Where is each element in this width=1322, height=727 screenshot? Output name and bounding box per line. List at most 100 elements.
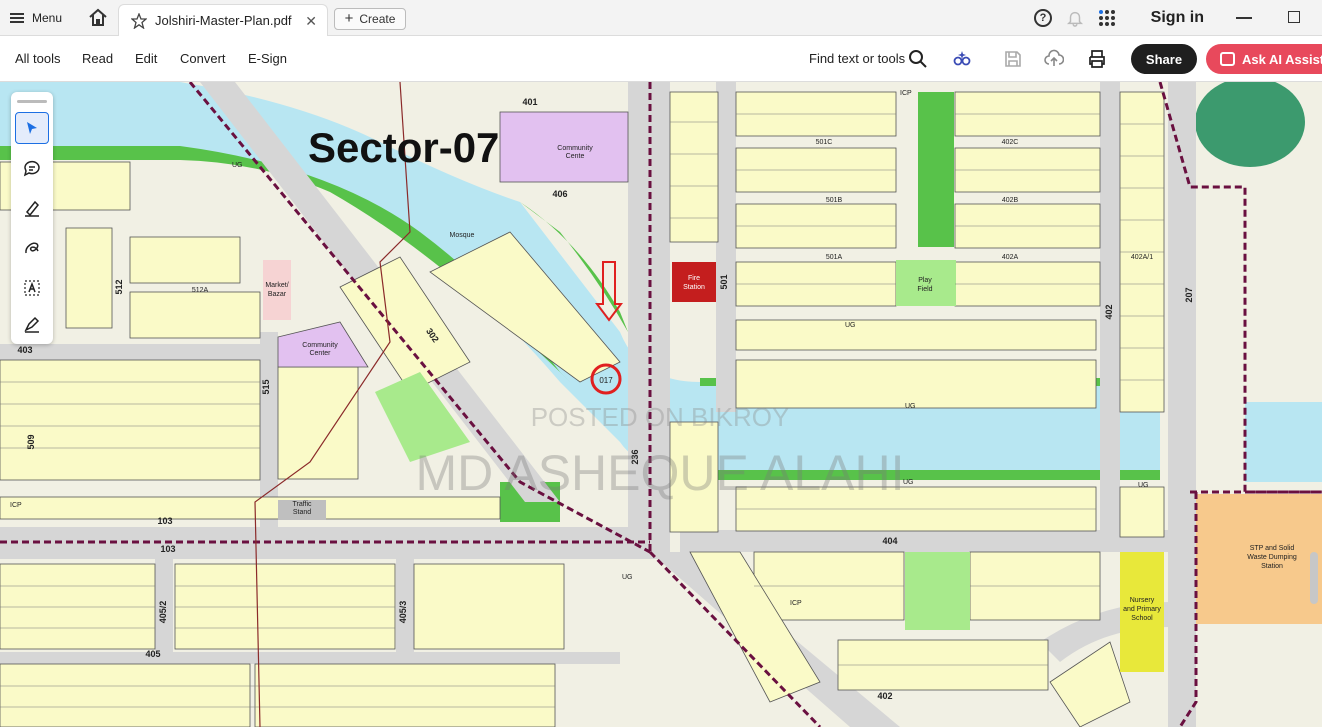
restore-icon[interactable]: [1288, 11, 1300, 23]
green-strip-vertical: [918, 92, 954, 247]
road-402-label: 402: [877, 691, 892, 701]
market-label-1: Market/: [265, 282, 288, 289]
road-405-2-label: 405/2: [158, 601, 168, 624]
create-label: Create: [359, 12, 396, 26]
sign-in-button[interactable]: Sign in: [1151, 9, 1204, 27]
school-label-3: School: [1131, 615, 1153, 622]
tab-bar: Menu Jolshiri-Master-Plan.pdf ✕ + Create…: [0, 0, 1322, 36]
market-lot: [263, 260, 291, 320]
upload-icon[interactable]: [1044, 49, 1064, 69]
road-404: [680, 530, 1170, 552]
road-501: [716, 82, 736, 412]
icp-label-3: ICP: [10, 502, 22, 509]
highlight-icon: [25, 200, 40, 217]
fire-station-lot: [672, 262, 716, 302]
star-icon[interactable]: [131, 12, 147, 29]
find-text-tools[interactable]: Find text or tools: [809, 51, 905, 66]
stp-label-1: STP and Solid: [1250, 545, 1295, 552]
all-tools-menu[interactable]: All tools: [15, 51, 61, 66]
community-centre-label-1: Community: [557, 145, 593, 152]
play-field-label-1: Play: [918, 277, 932, 284]
ug-label-6: UG: [622, 574, 633, 581]
ug-label-5: UG: [1138, 482, 1149, 489]
comment-icon: [23, 160, 40, 177]
block-501b-label: 501B: [826, 197, 843, 204]
menu-button[interactable]: Menu: [10, 8, 62, 28]
icp-label-1: ICP: [900, 90, 912, 97]
road-401-label: 401: [522, 97, 537, 107]
hamburger-icon: [10, 13, 24, 23]
east-water: [1245, 402, 1322, 482]
vertical-scrollbar[interactable]: [1310, 552, 1318, 604]
convert-menu[interactable]: Convert: [180, 51, 226, 66]
ug-label-4: UG: [903, 479, 914, 486]
esign-menu[interactable]: E-Sign: [248, 51, 287, 66]
ug-label-1: UG: [232, 162, 243, 169]
play-field-label-2: Field: [917, 286, 932, 293]
print-icon[interactable]: [1087, 49, 1107, 69]
road-512-label: 512: [114, 279, 124, 294]
traffic-stand-label-1: Traffic: [292, 501, 312, 508]
road-103-label: 103: [160, 544, 175, 554]
marked-plot-number: 017: [599, 376, 613, 385]
market-label-2: Bazar: [268, 291, 287, 298]
ai-assistant-icon: [1220, 52, 1235, 66]
draw-icon: [25, 242, 39, 254]
quick-tools-panel: [11, 92, 53, 344]
create-button[interactable]: + Create: [334, 8, 406, 30]
ask-ai-label: Ask AI Assista: [1242, 51, 1322, 67]
school-label-2: and Primary: [1123, 606, 1161, 613]
plus-icon: +: [344, 10, 354, 27]
block-402a-label: 402A: [1002, 254, 1019, 261]
community-center-label-1: Community: [302, 342, 338, 349]
play-field-lot-south: [905, 552, 970, 630]
select-tool[interactable]: [15, 112, 49, 144]
watermark-line-2: MD ASHEQUE ALAHI: [415, 445, 904, 501]
share-button[interactable]: Share: [1131, 44, 1197, 74]
road-404-label: 404: [882, 536, 897, 546]
fire-station-label-2: Station: [683, 284, 705, 291]
block-402a1-label: 402A/1: [1131, 254, 1153, 261]
bell-icon[interactable]: [1066, 9, 1084, 27]
save-icon[interactable]: [1003, 49, 1023, 69]
draw-tool[interactable]: [15, 232, 49, 264]
cursor-icon: [27, 122, 37, 134]
block-402b-label: 402B: [1002, 197, 1019, 204]
read-menu[interactable]: Read: [82, 51, 113, 66]
ask-ai-button[interactable]: Ask AI Assista: [1206, 44, 1322, 74]
block-402c-label: 402C: [1002, 139, 1019, 146]
highlight-tool[interactable]: [15, 192, 49, 224]
road-402-vertical-label: 402: [1104, 304, 1114, 319]
document-tab-title: Jolshiri-Master-Plan.pdf: [155, 13, 292, 28]
ug-label-2: UG: [845, 322, 856, 329]
comment-tool[interactable]: [15, 152, 49, 184]
block-512a-label: 512A: [192, 287, 209, 294]
ug-label-3: UG: [905, 403, 916, 410]
search-icon[interactable]: [908, 49, 928, 69]
close-icon[interactable]: ✕: [305, 13, 317, 30]
document-viewer[interactable]: 017 Sector-07 Community Cente Community …: [0, 82, 1322, 727]
sign-icon: [24, 316, 40, 333]
help-icon[interactable]: ?: [1034, 9, 1052, 27]
road-405: [0, 652, 620, 664]
document-tab[interactable]: Jolshiri-Master-Plan.pdf ✕: [118, 4, 328, 36]
text-select-icon: [24, 280, 40, 296]
road-406-label: 406: [552, 189, 567, 199]
road-403-label: 403: [17, 345, 32, 355]
edit-menu[interactable]: Edit: [135, 51, 157, 66]
stp-label-2: Waste Dumping: [1247, 554, 1297, 561]
ai-tools-icon[interactable]: [952, 49, 972, 69]
minimize-icon[interactable]: [1236, 17, 1252, 19]
panel-grip[interactable]: [17, 100, 47, 103]
home-icon[interactable]: [88, 8, 108, 28]
road-509-label: 509: [26, 434, 36, 449]
mosque-label: Mosque: [450, 232, 475, 239]
sign-tool[interactable]: [15, 308, 49, 340]
school-label-1: Nursery: [1130, 597, 1155, 604]
watermark-line-1: POSTED ON BIKROY: [531, 402, 790, 432]
apps-icon[interactable]: [1098, 9, 1116, 27]
text-select-tool[interactable]: [15, 272, 49, 304]
road-501-label: 501: [719, 274, 729, 289]
icp-label-2: ICP: [790, 600, 802, 607]
road-207: [1168, 82, 1196, 727]
